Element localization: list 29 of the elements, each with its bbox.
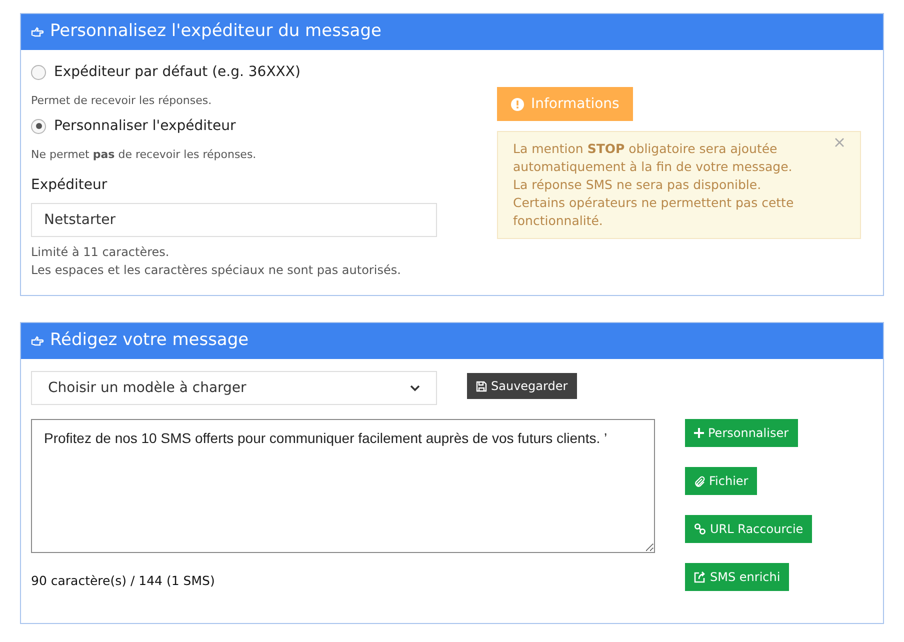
help-text: Les espaces et les caractères spéciaux ne sont pas autorisés.	[31, 262, 402, 279]
save-button[interactable]: Sauvegarder	[467, 373, 577, 399]
close-icon[interactable]	[835, 138, 844, 147]
alert-text: Certains opérateurs ne permettent pas cette fonctionnalité.	[513, 194, 795, 230]
plus-icon	[694, 428, 704, 438]
character-counter: 90 caractère(s) / 144 (1 SMS)	[31, 572, 216, 590]
alert-text: La réponse SMS ne sera pas disponible.	[513, 176, 762, 194]
template-select[interactable]: Choisir un modèle à charger	[31, 371, 437, 405]
panel-title: Rédigez votre message	[50, 329, 249, 352]
field-label: Expéditeur	[31, 176, 108, 195]
radio-button[interactable]	[31, 65, 46, 80]
radio-button[interactable]	[31, 118, 46, 134]
chevron-down-icon	[410, 384, 420, 392]
link-icon	[694, 523, 706, 535]
alert-text: La mention STOP obligatoire sera ajoutée automatiquement à la fin de votre message.	[513, 140, 794, 176]
paperclip-icon	[694, 476, 705, 486]
panel-title: Personnalisez l'expéditeur du message	[50, 20, 382, 44]
radio-label[interactable]: Personnaliser l'expéditeur	[54, 116, 236, 136]
share-icon	[694, 571, 706, 583]
pointing-hand-icon	[31, 26, 44, 38]
pointing-hand-icon	[31, 335, 44, 347]
sender-input[interactable]: Netstarter	[31, 203, 437, 237]
hint-text: Permet de recevoir les réponses.	[31, 93, 213, 109]
floppy-disk-icon	[476, 380, 487, 392]
help-text: Limité à 11 caractères.	[31, 244, 170, 261]
radio-label[interactable]: Expéditeur par défaut (e.g. 36XXX)	[54, 62, 300, 83]
hint-text: Ne permet pas de recevoir les réponses.	[31, 146, 258, 162]
exclamation-circle-icon	[511, 98, 524, 110]
message-textarea[interactable]: Profitez de nos 10 SMS offerts pour communiquer facilement auprès de vos futurs clients. ’	[31, 419, 655, 553]
